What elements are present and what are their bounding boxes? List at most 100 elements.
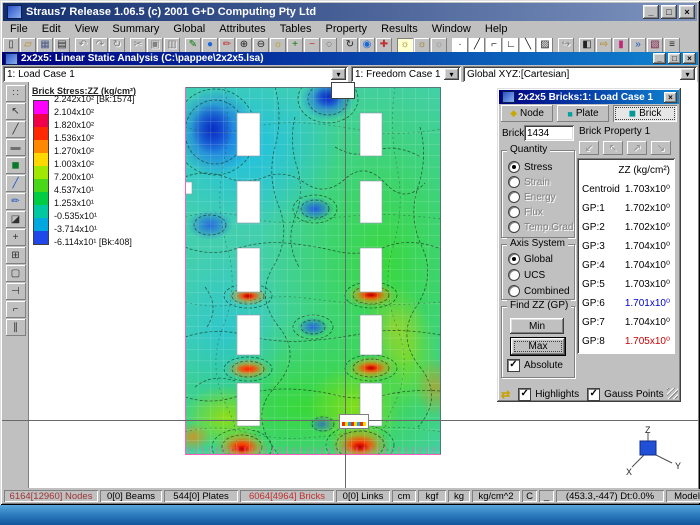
section-icon[interactable]: ∥ — [6, 319, 26, 336]
radio-icon[interactable] — [508, 285, 520, 297]
absolute-checkbox[interactable] — [507, 359, 520, 372]
rotate-icon[interactable]: ↻ — [342, 38, 358, 53]
shaded-view-icon[interactable]: ● — [202, 38, 218, 53]
menu-view[interactable]: View — [68, 22, 106, 36]
find-min-button[interactable]: Min — [510, 318, 564, 334]
light-nodes-icon[interactable]: ☼ — [397, 38, 413, 53]
menu-results[interactable]: Results — [374, 22, 425, 36]
zoom-out-icon[interactable]: ⊖ — [253, 38, 269, 53]
radio-icon[interactable] — [508, 253, 520, 265]
scale-down-icon[interactable]: − — [304, 38, 320, 53]
close-icon[interactable]: × — [679, 5, 695, 19]
light-plates-icon[interactable]: ☼ — [414, 38, 430, 53]
orbit-icon[interactable]: ◉ — [359, 38, 375, 53]
tab-node[interactable]: ◆Node — [501, 105, 553, 122]
contour-plot-canvas — [185, 87, 441, 455]
dimension-icon[interactable]: ⊣ — [6, 283, 26, 300]
menu-property[interactable]: Property — [318, 22, 374, 36]
pointer-icon[interactable]: ↖ — [6, 103, 26, 120]
menu-global[interactable]: Global — [166, 22, 212, 36]
new-file-icon[interactable]: ▯ — [3, 38, 19, 53]
chevron-down-icon[interactable] — [680, 68, 695, 80]
minimize-icon[interactable]: _ — [643, 5, 659, 19]
select-point-icon[interactable]: · — [452, 38, 468, 53]
radio-ucs[interactable]: UCS — [508, 269, 545, 281]
contour-plot[interactable] — [185, 87, 441, 455]
radio-combined[interactable]: Combined — [508, 285, 570, 297]
model-view[interactable]: ∷↖╱▬◼╱✏◪+⊞▢⊣⌐∥ Brick Stress:ZZ (kg/cm²) … — [2, 82, 698, 488]
save-icon[interactable]: ▦ — [37, 38, 53, 53]
snap-grid-icon[interactable]: ∷ — [6, 85, 26, 102]
node-tool-icon[interactable]: ╱ — [6, 121, 26, 138]
plate-tool-icon[interactable]: ▬ — [6, 139, 26, 156]
highlights-checkbox[interactable] — [518, 388, 531, 401]
open-folder-icon[interactable]: ▱ — [20, 38, 36, 53]
sync-icon[interactable]: ⇄ — [501, 388, 510, 401]
radio-stress[interactable]: Stress — [508, 161, 552, 173]
mdi-restore-icon[interactable]: □ — [668, 53, 681, 64]
select-line-icon[interactable]: ╱ — [469, 38, 485, 53]
radio-global[interactable]: Global — [508, 253, 553, 265]
find-max-button[interactable]: Max — [510, 337, 566, 356]
report-icon[interactable]: ≡ — [664, 38, 680, 53]
light-bricks-icon[interactable]: ☼ — [431, 38, 447, 53]
tab-plate[interactable]: ■Plate — [557, 105, 609, 122]
dialog-close-icon[interactable]: × — [664, 92, 677, 103]
coord-system-combo[interactable]: Global XYZ:[Cartesian] — [463, 66, 697, 82]
row-label: Centroid — [582, 184, 620, 195]
radio-strain: Strain — [508, 176, 550, 188]
print-icon[interactable]: ▤ — [54, 38, 70, 53]
mark-icon[interactable]: ✚ — [376, 38, 392, 53]
corner-icon[interactable]: ⌐ — [6, 301, 26, 318]
select-quad-icon[interactable]: ⌐ — [486, 38, 502, 53]
dialog-title-bar[interactable]: 2x2x5 Bricks:1: Load Case 1 × — [499, 90, 679, 104]
menu-summary[interactable]: Summary — [105, 22, 166, 36]
export-icon[interactable]: ⇨ — [596, 38, 612, 53]
menu-window[interactable]: Window — [425, 22, 478, 36]
load-case-combo[interactable]: 1: Load Case 1 — [3, 66, 348, 82]
animate-icon[interactable]: » — [630, 38, 646, 53]
radio-energy: Energy — [508, 191, 556, 203]
find-icon[interactable]: ◌ — [321, 38, 337, 53]
gauss-points-checkbox[interactable] — [587, 388, 600, 401]
mdi-close-icon[interactable]: × — [683, 53, 696, 64]
mdi-minimize-icon[interactable]: _ — [653, 53, 666, 64]
pen-tool-icon[interactable]: ✏ — [6, 193, 26, 210]
menu-edit[interactable]: Edit — [35, 22, 68, 36]
menu-help[interactable]: Help — [478, 22, 515, 36]
select-pick-icon[interactable]: ╲ — [520, 38, 536, 53]
chevron-down-icon[interactable] — [444, 68, 459, 80]
dialog-resize-grip[interactable] — [667, 388, 678, 399]
beam-tool-icon[interactable]: ╱ — [6, 175, 26, 192]
select-region-icon[interactable]: ▨ — [537, 38, 553, 53]
toolbar-group: ↻◉✚ — [342, 38, 392, 53]
transform-icon[interactable]: ⊞ — [6, 247, 26, 264]
menu-attributes[interactable]: Attributes — [212, 22, 272, 36]
face-select-icon[interactable]: ◪ — [6, 211, 26, 228]
freedom-case-combo[interactable]: 1: Freedom Case 1 — [351, 66, 461, 82]
shade-half-icon[interactable]: ◧ — [579, 38, 595, 53]
add-node-icon[interactable]: + — [6, 229, 26, 246]
redraw-icon[interactable]: ✎ — [185, 38, 201, 53]
legend-bar-icon[interactable]: ▮ — [613, 38, 629, 53]
menu-tables[interactable]: Tables — [273, 22, 319, 36]
select-angle-icon[interactable]: ∟ — [503, 38, 519, 53]
image-icon[interactable]: ▧ — [647, 38, 663, 53]
maximize-icon[interactable]: □ — [661, 5, 677, 19]
tab-label: Node — [520, 108, 544, 119]
scale-up-icon[interactable]: + — [287, 38, 303, 53]
marquee-icon[interactable]: ▢ — [6, 265, 26, 282]
menu-file[interactable]: File — [3, 22, 35, 36]
redo-icon: ↷ — [92, 38, 108, 53]
status-panel: (453.3,-447) Dt:0.0% — [556, 490, 664, 502]
legend-color-cell — [34, 166, 48, 179]
brick-tool-icon[interactable]: ◼ — [6, 157, 26, 174]
radio-icon[interactable] — [508, 269, 520, 281]
tab-brick[interactable]: ◼Brick — [613, 105, 677, 122]
brick-number-input[interactable] — [524, 125, 574, 141]
chevron-down-icon[interactable] — [331, 68, 346, 80]
zoom-in-icon[interactable]: ⊕ — [236, 38, 252, 53]
radio-icon[interactable] — [508, 161, 520, 173]
zoom-all-icon[interactable]: ☼ — [270, 38, 286, 53]
sketch-icon[interactable]: ✏ — [219, 38, 235, 53]
